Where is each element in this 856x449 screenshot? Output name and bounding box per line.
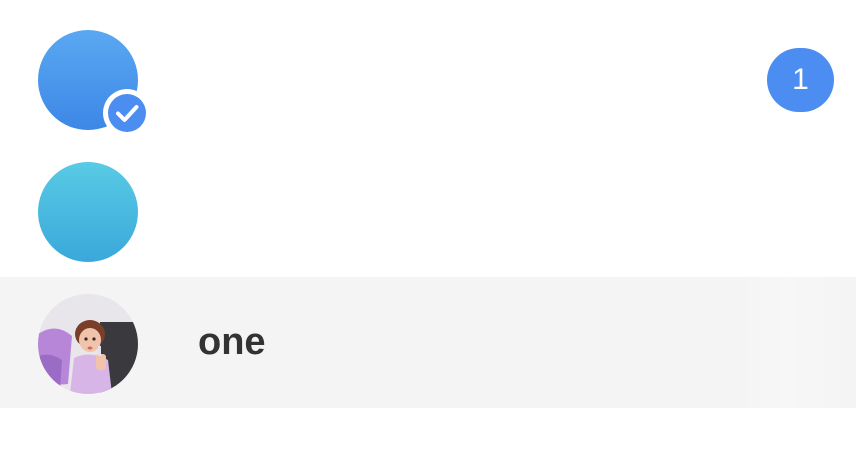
chat-list-item-3[interactable]: one: [0, 277, 856, 408]
child-photo-icon: [38, 294, 138, 394]
chat-name: one: [198, 321, 266, 363]
chat-list-item-1[interactable]: 1: [0, 0, 856, 160]
avatar-photo: [38, 294, 138, 394]
chat-list-item-2[interactable]: [0, 160, 856, 276]
avatar: [38, 162, 138, 262]
unread-count-badge: 1: [767, 48, 834, 112]
verified-check-icon: [103, 89, 151, 137]
chat-list: 1 one: [0, 0, 856, 449]
